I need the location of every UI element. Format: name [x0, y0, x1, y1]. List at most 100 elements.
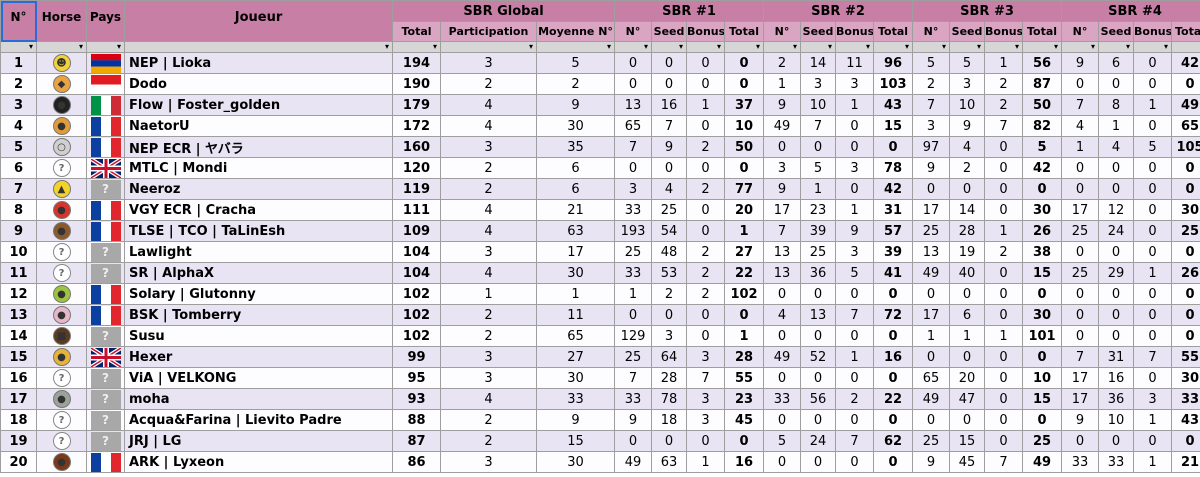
player-name: Susu [124, 325, 393, 347]
filter-dropdown-icon[interactable]: ▾ [614, 41, 653, 53]
filter-dropdown-icon[interactable]: ▾ [835, 41, 875, 53]
sbr1-seed: 3 [651, 325, 688, 347]
header-global-moyennen[interactable]: Moyenne N° [535, 21, 616, 42]
sbr1-seed: 53 [651, 262, 688, 284]
header-sbr4-bonus[interactable]: Bonus [1133, 21, 1173, 42]
filter-dropdown-icon[interactable]: ▾ [440, 41, 537, 53]
filter-dropdown-icon[interactable]: ▾ [124, 41, 393, 53]
global-average-rank: 17 [535, 241, 616, 263]
header-sbr3-total[interactable]: Total [1022, 21, 1063, 42]
global-participation: 3 [440, 241, 537, 263]
sbr4-rank: 0 [1061, 157, 1100, 179]
sbr3-bonus: 0 [984, 409, 1024, 431]
sbr4-seed: 1 [1098, 115, 1135, 137]
filter-dropdown-icon[interactable]: ▾ [86, 41, 125, 53]
table-row[interactable]: 3 ● Flow | Foster_golden 179 4 9 13 16 1 37 9 10 1 43… [0, 94, 1200, 116]
table-row[interactable]: 4 ● NaetorU 172 4 30 65 7 0 10 49 7 0 15 3 9 7 82 4 1 0 65 [0, 115, 1200, 137]
filter-dropdown-icon[interactable]: ▾ [1022, 41, 1063, 53]
header-sbr2-seed[interactable]: Seed [800, 21, 837, 42]
table-row[interactable]: 18?? Acqua&Farina | Lievito Padre 88 2 9 9 18 3… [0, 409, 1200, 431]
table-row[interactable]: 7 ▲? Neeroz 119 2 6 3 4 2 77 9 1 0 42 0 0 0 0 0 0 0 0 [0, 178, 1200, 200]
sbr1-total: 0 [724, 73, 765, 95]
filter-dropdown-icon[interactable]: ▾ [1061, 41, 1100, 53]
table-row[interactable]: 10?? Lawlight 104 3 17 25 48 2 27 13 25 3 39 13 19 2 38 0… [0, 241, 1200, 263]
table-row[interactable]: 2 ◆ Dodo 190 2 2 0 0 0 0 1 3 3 103 2 3 2 87 0 0 0 0 [0, 73, 1200, 95]
header-sbr1-rank[interactable]: N° [614, 21, 653, 42]
filter-dropdown-icon[interactable]: ▾ [763, 41, 802, 53]
table-row[interactable]: 16?? ViA | VELKONG 95 3 30 7 28 7 55 0 0 0 0 65 20 0 10 1… [0, 367, 1200, 389]
filter-dropdown-icon[interactable]: ▾ [1171, 41, 1200, 53]
global-participation: 2 [440, 409, 537, 431]
player-name: ARK | Lyxeon [124, 451, 393, 473]
sbr2-rank: 4 [763, 304, 802, 326]
header-sbr3-bonus[interactable]: Bonus [984, 21, 1024, 42]
table-row[interactable]: 15 ● Hexer 99 3 27 25 64 3 28 49 52 1 16 0 0 0 0 7 31 7 55 [0, 346, 1200, 368]
table-row[interactable]: 12 ● Solary | Glutonny 102 1 1 1 2 2 102 0 0 0 0 0 0 0 0 0… [0, 283, 1200, 305]
filter-dropdown-icon[interactable]: ▾ [686, 41, 726, 53]
sbr2-bonus: 3 [835, 157, 875, 179]
table-row[interactable]: 19?? JRJ | LG 87 2 15 0 0 0 0 5 24 7 62 25 15 0 25 0 0 0 0 [0, 430, 1200, 452]
header-sbr3-rank[interactable]: N° [912, 21, 951, 42]
sbr4-rank: 17 [1061, 367, 1100, 389]
filter-dropdown-icon[interactable]: ▾ [912, 41, 951, 53]
header-sbr4-seed[interactable]: Seed [1098, 21, 1135, 42]
table-row[interactable]: 20 ● ARK | Lyxeon 86 3 30 49 63 1 16 0 0 0 0 9 45 7 49 33 3… [0, 451, 1200, 473]
header-sbr1-total[interactable]: Total [724, 21, 765, 42]
sbr3-total: 101 [1022, 325, 1063, 347]
filter-dropdown-icon[interactable]: ▾ [949, 41, 986, 53]
sbr2-total: 62 [873, 430, 914, 452]
table-row[interactable]: 14 ■? Susu 102 2 65 129 3 0 1 0 0 0 0 1 1 1 101 0 0 0 0 [0, 325, 1200, 347]
sbr3-rank: 9 [912, 157, 951, 179]
rank-cell: 9 [0, 220, 37, 242]
filter-dropdown-icon[interactable]: ▾ [984, 41, 1024, 53]
table-row[interactable]: 9 ● TLSE | TCO | TaLinEsh 109 4 63 193 54 0 1 7 39 9… [0, 220, 1200, 242]
header-sbr1-bonus[interactable]: Bonus [686, 21, 726, 42]
sbr3-rank: 2 [912, 73, 951, 95]
table-row[interactable]: 13 ● BSK | Tomberry 102 2 11 0 0 0 0 4 13 7 72 17 6 0 30 0… [0, 304, 1200, 326]
sbr4-rank: 17 [1061, 199, 1100, 221]
sbr3-rank: 9 [912, 451, 951, 473]
filter-dropdown-icon[interactable]: ▾ [800, 41, 837, 53]
filter-dropdown-icon[interactable]: ▾ [873, 41, 914, 53]
sbr3-rank: 0 [912, 283, 951, 305]
horse-cell: ? [36, 367, 87, 389]
player-name: Hexer [124, 346, 393, 368]
filter-dropdown-icon[interactable]: ▾ [651, 41, 688, 53]
header-rank[interactable]: N° [0, 0, 37, 42]
sbr4-seed: 0 [1098, 430, 1135, 452]
header-horse[interactable]: Horse [36, 0, 87, 42]
header-sbr2-total[interactable]: Total [873, 21, 914, 42]
table-row[interactable]: 1 ☻ NEP | Lioka 194 3 5 0 0 0 0 2 14 11 96 5 5 1 56 9 6 0 42 [0, 52, 1200, 74]
filter-dropdown-icon[interactable]: ▾ [535, 41, 616, 53]
sbr3-rank: 49 [912, 388, 951, 410]
header-sbr2-bonus[interactable]: Bonus [835, 21, 875, 42]
table-row[interactable]: 17 ●? moha 93 4 33 33 78 3 23 33 56 2 22 49 47 0 15 17 36 3 3… [0, 388, 1200, 410]
global-average-rank: 6 [535, 178, 616, 200]
header-sbr2-rank[interactable]: N° [763, 21, 802, 42]
filter-dropdown-icon[interactable]: ▾ [1098, 41, 1135, 53]
sbr1-seed: 25 [651, 199, 688, 221]
sbr2-total: 15 [873, 115, 914, 137]
filter-dropdown-icon[interactable]: ▾ [392, 41, 441, 53]
table-row[interactable]: 8 ● VGY ECR | Cracha 111 4 21 33 25 0 20 17 23 1 31 17… [0, 199, 1200, 221]
sbr1-seed: 0 [651, 430, 688, 452]
header-sbr4-total[interactable]: Total [1171, 21, 1200, 42]
filter-dropdown-icon[interactable]: ▾ [36, 41, 87, 53]
table-row[interactable]: 11?? SR | AlphaX 104 4 30 33 53 2 22 13 36 5 41 49 40 0… [0, 262, 1200, 284]
header-sbr3-seed[interactable]: Seed [949, 21, 986, 42]
header-global-participation[interactable]: Participation [440, 21, 537, 42]
header-sbr4-rank[interactable]: N° [1061, 21, 1100, 42]
sbr2-rank: 0 [763, 325, 802, 347]
table-row[interactable]: 6? MTLC | Mondi 120 2 6 0 0 0 0 3 5 3 78 9 2 0 42 0 0 0 0 [0, 157, 1200, 179]
sbr1-rank: 129 [614, 325, 653, 347]
sbr4-bonus: 0 [1133, 283, 1173, 305]
header-sbr1-seed[interactable]: Seed [651, 21, 688, 42]
header-global-total[interactable]: Total [392, 21, 441, 42]
filter-dropdown-icon[interactable]: ▾ [724, 41, 765, 53]
filter-dropdown-icon[interactable]: ▾ [1133, 41, 1173, 53]
header-pays[interactable]: Pays [86, 0, 125, 42]
table-row[interactable]: 5 ○ NEP ECR | ヤバラ 160 3 35 7 9 2 50 0 0 0 0 97 4 0 5 1 4 5 10… [0, 136, 1200, 158]
header-joueur[interactable]: Joueur [124, 0, 393, 42]
filter-dropdown-icon[interactable]: ▾ [0, 41, 37, 53]
unknown-flag-icon: ? [90, 410, 121, 430]
